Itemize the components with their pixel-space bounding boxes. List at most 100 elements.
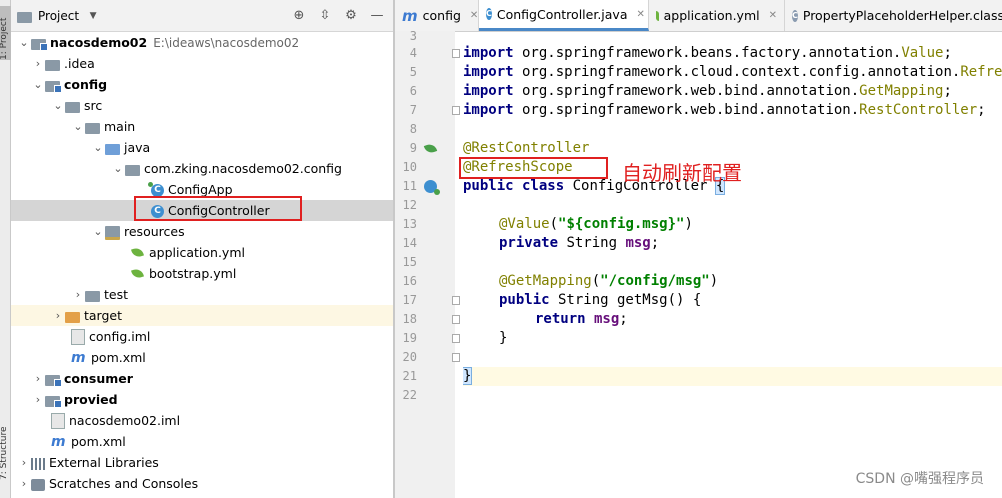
project-panel-header: Project ▼ ⊕ ⇳ ⚙ —	[11, 0, 393, 32]
line-gutter: 3 4 5 6 7 8 9 10 11 12 13 14 15 16 17 18…	[395, 29, 460, 498]
chevron-down-icon[interactable]: ⌄	[71, 120, 85, 133]
tree-item-scratches[interactable]: › Scratches and Consoles	[11, 473, 393, 494]
fold-marker[interactable]	[452, 106, 460, 115]
close-icon[interactable]: ✕	[636, 9, 644, 20]
tree-item-nacosdemo02-iml[interactable]: nacosdemo02.iml	[11, 410, 393, 431]
tab-application-yml[interactable]: application.yml ✕	[649, 0, 785, 31]
chevron-right-icon[interactable]: ›	[71, 288, 85, 301]
chevron-right-icon[interactable]: ›	[31, 57, 45, 70]
chevron-right-icon[interactable]: ›	[17, 477, 31, 490]
scratches-icon	[31, 478, 45, 491]
folder-icon	[45, 59, 60, 71]
tree-item-configapp[interactable]: C ConfigApp	[11, 179, 393, 200]
tree-item-config-pom[interactable]: m pom.xml	[11, 347, 393, 368]
fold-marker[interactable]	[452, 334, 460, 343]
code-line: public String getMsg() {	[499, 292, 702, 308]
line-number: 5	[409, 65, 417, 79]
module-folder-icon	[45, 395, 62, 408]
tree-item-config[interactable]: ⌄ config	[11, 74, 393, 95]
chevron-down-icon[interactable]: ⌄	[111, 162, 125, 175]
tree-item-configcontroller[interactable]: C ConfigController	[11, 200, 393, 221]
tree-item-config-iml[interactable]: config.iml	[11, 326, 393, 347]
line-number: 7	[409, 103, 417, 117]
tree-item-consumer[interactable]: › consumer	[11, 368, 393, 389]
chevron-right-icon[interactable]: ›	[31, 372, 45, 385]
code-area[interactable]: import org.springframework.beans.factory…	[463, 31, 1002, 498]
hide-icon[interactable]: —	[369, 8, 385, 24]
project-panel-title: Project	[38, 8, 80, 23]
annotation-note: 自动刷新配置	[622, 161, 742, 185]
line-number: 16	[402, 274, 417, 288]
chevron-down-icon[interactable]: ⌄	[91, 141, 105, 154]
tree-item-root-pom[interactable]: m pom.xml	[11, 431, 393, 452]
locate-icon[interactable]: ⊕	[291, 8, 307, 24]
source-folder-icon	[105, 143, 120, 155]
maven-icon: m	[51, 433, 66, 450]
fold-marker[interactable]	[452, 353, 460, 362]
structure-tool-tab[interactable]: 7: Structure	[0, 420, 11, 481]
project-view-selector[interactable]: Project ▼	[17, 8, 101, 24]
editor-tabs: m config ✕ C ConfigController.java ✕ app…	[395, 0, 1002, 32]
line-number: 10	[402, 160, 417, 174]
tree-item-nacosdemo02[interactable]: ⌄ nacosdemo02 E:\ideaws\nacosdemo02	[11, 32, 393, 53]
class-icon: C	[792, 9, 798, 22]
tree-item-external-libraries[interactable]: › External Libraries	[11, 452, 393, 473]
code-line: @RestController	[463, 140, 590, 156]
tab-configcontroller[interactable]: C ConfigController.java ✕	[479, 0, 649, 31]
watermark: CSDN @嘴强程序员	[855, 471, 984, 487]
chevron-down-icon[interactable]: ⌄	[91, 225, 105, 238]
module-file-icon	[71, 329, 85, 345]
code-line: @RefreshScope	[463, 159, 573, 175]
code-line: }	[499, 330, 508, 346]
tree-item-resources[interactable]: ⌄ resources	[11, 221, 393, 242]
line-number: 17	[402, 293, 417, 307]
resources-folder-icon	[105, 226, 120, 240]
line-number: 22	[402, 388, 417, 402]
tree-item-test[interactable]: › test	[11, 284, 393, 305]
spring-boot-class-icon: C	[148, 181, 164, 197]
tree-item-src[interactable]: ⌄ src	[11, 95, 393, 116]
chevron-right-icon[interactable]: ›	[17, 456, 31, 469]
chevron-right-icon[interactable]: ›	[31, 393, 45, 406]
close-icon[interactable]: ✕	[470, 10, 478, 21]
tree-item-target[interactable]: › target	[11, 305, 393, 326]
run-class-icon[interactable]	[424, 180, 440, 195]
fold-marker[interactable]	[452, 296, 460, 305]
close-icon[interactable]: ✕	[769, 10, 777, 21]
tree-item-package[interactable]: ⌄ com.zking.nacosdemo02.config	[11, 158, 393, 179]
tree-item-application-yml[interactable]: application.yml	[11, 242, 393, 263]
code-line: private String msg;	[499, 235, 660, 251]
code-line: }	[463, 367, 473, 385]
fold-marker[interactable]	[452, 315, 460, 324]
spring-yml-icon	[656, 10, 659, 21]
libraries-icon	[31, 457, 45, 470]
tree-item-idea[interactable]: › .idea	[11, 53, 393, 74]
tree-item-provied[interactable]: › provied	[11, 389, 393, 410]
spring-bean-icon[interactable]	[424, 142, 437, 155]
collapse-all-icon[interactable]: ⇳	[317, 8, 333, 24]
gear-icon[interactable]: ⚙	[343, 8, 359, 24]
tree-item-java[interactable]: ⌄ java	[11, 137, 393, 158]
tree-item-main[interactable]: ⌄ main	[11, 116, 393, 137]
chevron-down-icon[interactable]: ⌄	[31, 78, 45, 91]
chevron-down-icon[interactable]: ⌄	[17, 36, 31, 49]
tree-item-bootstrap-yml[interactable]: bootstrap.yml	[11, 263, 393, 284]
project-tool-tab[interactable]: 1: Project	[0, 6, 11, 60]
module-folder-icon	[45, 374, 62, 387]
fold-marker[interactable]	[452, 49, 460, 58]
class-icon: C	[151, 204, 164, 218]
spring-yml-icon	[131, 267, 145, 281]
code-line: return msg;	[535, 311, 628, 327]
line-number: 12	[402, 198, 417, 212]
tab-propertyplaceholderhelper[interactable]: C PropertyPlaceholderHelper.class	[785, 0, 1002, 31]
line-number: 21	[402, 369, 417, 383]
project-folder-icon	[17, 11, 32, 23]
folder-icon	[65, 101, 80, 113]
chevron-right-icon[interactable]: ›	[51, 309, 65, 322]
tool-window-strip: 1: Project 7: Structure	[0, 0, 11, 498]
maven-icon: m	[71, 349, 86, 366]
chevron-down-icon[interactable]: ⌄	[51, 99, 65, 112]
code-line: @GetMapping("/config/msg")	[499, 273, 719, 289]
line-number: 18	[402, 312, 417, 326]
line-number: 9	[409, 141, 417, 155]
